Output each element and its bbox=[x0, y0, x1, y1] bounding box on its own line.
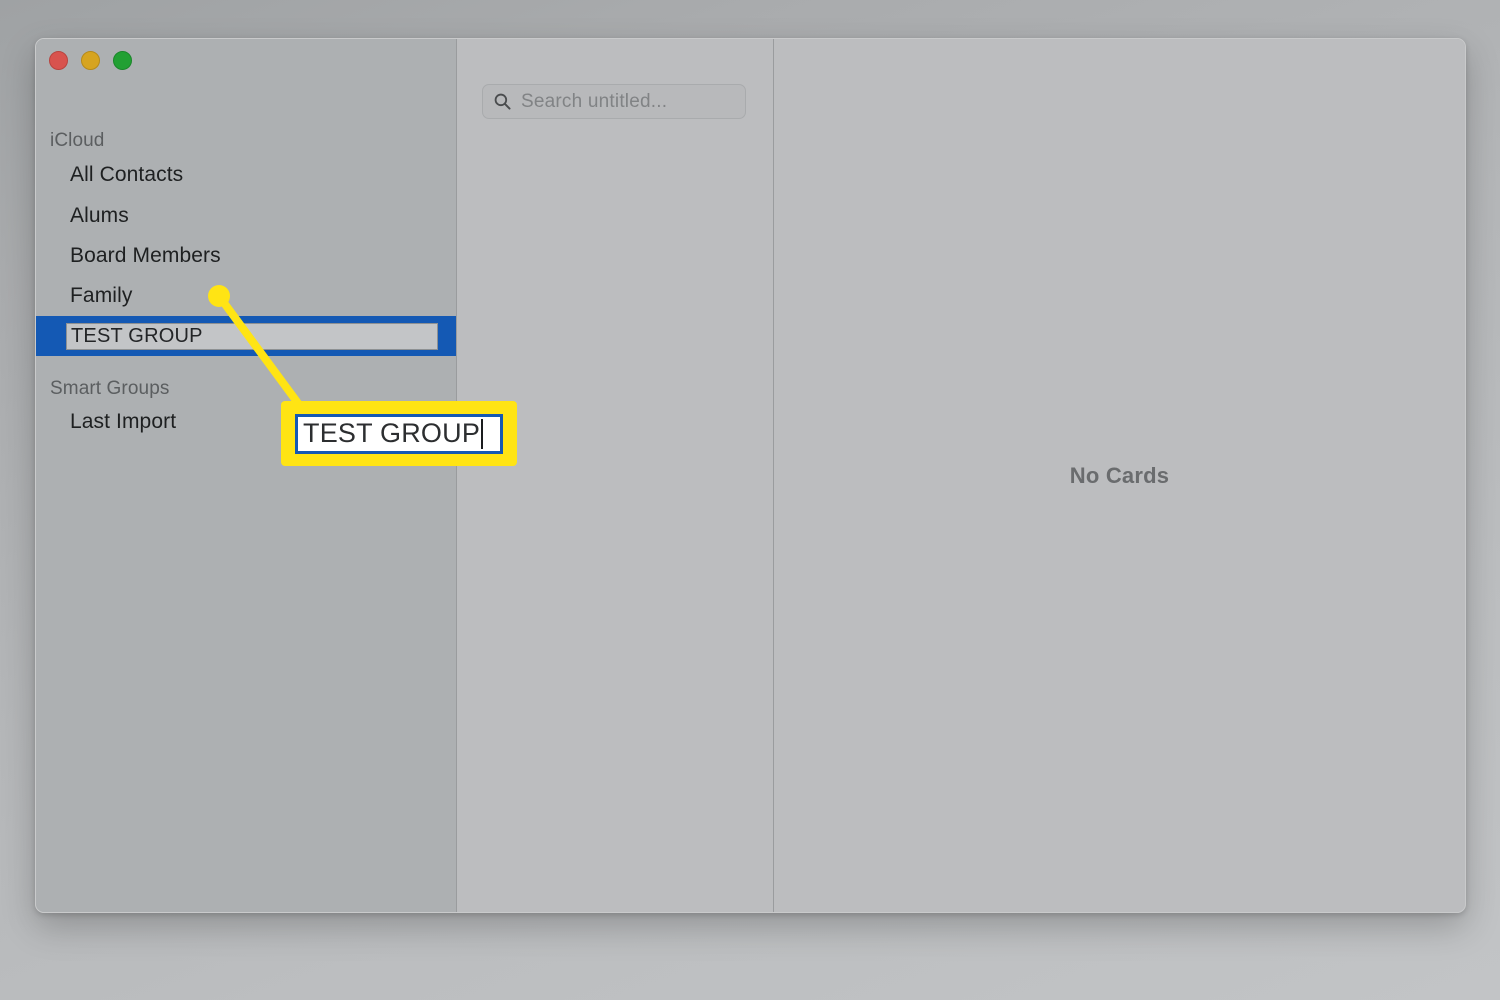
search-placeholder: Search untitled... bbox=[521, 90, 668, 112]
contacts-window: iCloud All Contacts Alums Board Members … bbox=[35, 38, 1466, 913]
sidebar-item-board-members[interactable]: Board Members bbox=[36, 242, 456, 270]
close-button[interactable] bbox=[49, 51, 68, 70]
minimize-button[interactable] bbox=[81, 51, 100, 70]
group-name-input[interactable] bbox=[66, 322, 438, 350]
sidebar: iCloud All Contacts Alums Board Members … bbox=[36, 39, 457, 912]
no-cards-message: No Cards bbox=[1069, 462, 1170, 488]
window-controls bbox=[49, 51, 132, 70]
sidebar-item-last-import[interactable]: Last Import bbox=[36, 408, 456, 436]
sidebar-item-alums[interactable]: Alums bbox=[36, 202, 456, 230]
zoom-button[interactable] bbox=[113, 51, 132, 70]
search-icon bbox=[494, 93, 511, 110]
sidebar-item-new-group-selected[interactable] bbox=[36, 316, 457, 356]
sidebar-section-header-smart-groups: Smart Groups bbox=[50, 378, 170, 399]
sidebar-item-all-contacts[interactable]: All Contacts bbox=[36, 161, 456, 189]
sidebar-item-family[interactable]: Family bbox=[36, 282, 456, 310]
contact-list-panel: Search untitled... bbox=[456, 39, 773, 912]
sidebar-section-header-icloud: iCloud bbox=[50, 130, 105, 151]
search-field[interactable]: Search untitled... bbox=[482, 84, 746, 119]
card-detail-panel: No Cards bbox=[773, 39, 1465, 912]
